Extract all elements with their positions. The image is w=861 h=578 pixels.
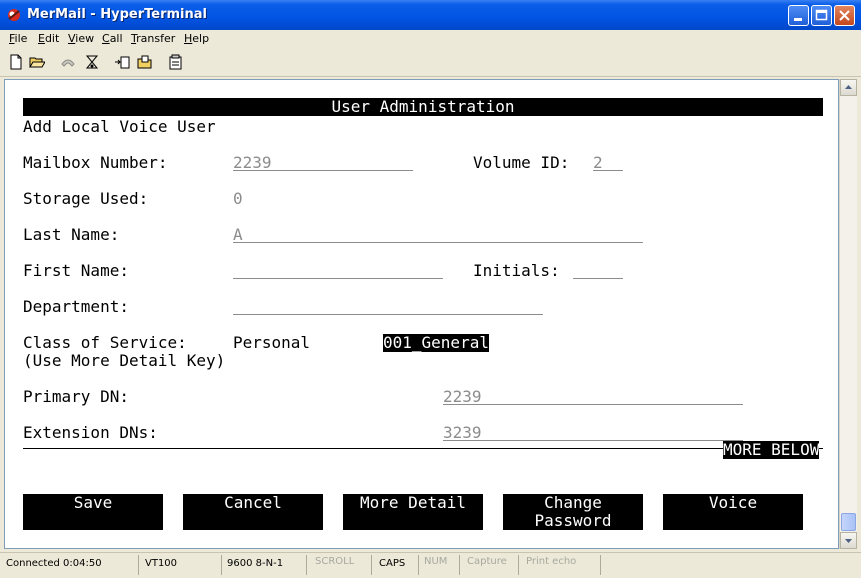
cancel-softkey[interactable]: Cancel <box>183 494 323 530</box>
save-softkey[interactable]: Save <box>23 494 163 530</box>
last-name-underline <box>233 242 643 243</box>
new-connection-icon[interactable] <box>8 54 24 70</box>
last-name-label: Last Name: <box>23 225 120 244</box>
window-title: MerMail - HyperTerminal <box>27 7 207 22</box>
menu-transfer[interactable]: Transfer <box>131 32 175 45</box>
status-divider <box>600 555 601 575</box>
status-scroll: SCROLL <box>315 556 355 567</box>
status-divider <box>306 555 307 575</box>
dial-icon[interactable] <box>84 54 100 70</box>
menu-call[interactable]: Call <box>102 32 123 45</box>
status-num: NUM <box>424 556 448 567</box>
department-label: Department: <box>23 297 129 316</box>
storage-value: 0 <box>233 189 243 208</box>
status-divider <box>221 555 222 575</box>
disconnect-icon[interactable] <box>60 54 76 70</box>
more-detail-softkey[interactable]: More Detail <box>343 494 483 530</box>
close-button[interactable] <box>834 5 855 26</box>
department-field[interactable] <box>233 314 543 315</box>
ext-dn-label: Extension DNs: <box>23 423 158 442</box>
menu-bar: File Edit View Call Transfer Help <box>0 30 861 49</box>
scroll-up-button[interactable] <box>840 79 857 96</box>
status-connected: Connected 0:04:50 <box>6 558 102 569</box>
status-divider <box>371 555 372 575</box>
first-name-field[interactable] <box>233 278 443 279</box>
status-print-echo: Print echo <box>526 556 577 567</box>
scroll-thumb[interactable] <box>841 513 856 531</box>
status-bar: Connected 0:04:50 VT100 9600 8-N-1 SCROL… <box>0 552 861 578</box>
cos-type: Personal <box>233 333 311 352</box>
primary-dn-label: Primary DN: <box>23 387 129 406</box>
status-capture: Capture <box>467 556 507 567</box>
cos-label: Class of Service: <box>23 333 187 352</box>
first-name-label: First Name: <box>23 261 129 280</box>
status-divider <box>459 555 460 575</box>
maximize-button[interactable] <box>811 5 832 26</box>
status-divider <box>138 555 139 575</box>
menu-view[interactable]: View <box>68 32 94 45</box>
arrow-down-icon <box>845 539 852 543</box>
change-password-softkey[interactable]: Change Password <box>503 494 643 530</box>
maximize-icon <box>815 9 828 21</box>
arrow-up-icon <box>845 85 852 89</box>
minimize-button[interactable] <box>788 5 809 26</box>
screen-header: User Administration <box>23 98 823 116</box>
volume-label: Volume ID: <box>473 153 570 172</box>
minimize-icon <box>794 18 802 21</box>
properties-icon[interactable] <box>168 54 184 70</box>
storage-label: Storage Used: <box>23 189 149 208</box>
status-divider <box>518 555 519 575</box>
status-divider <box>418 555 419 575</box>
send-file-icon[interactable] <box>114 54 130 70</box>
status-emulation: VT100 <box>145 558 178 569</box>
more-below-indicator: MORE BELOW <box>723 440 820 459</box>
volume-underline <box>593 170 623 171</box>
title-bar: MerMail - HyperTerminal <box>0 0 861 30</box>
screen-header-text: User Administration <box>331 97 515 116</box>
cos-field[interactable]: 001_General <box>383 334 489 352</box>
status-caps: CAPS <box>379 558 406 569</box>
vertical-scrollbar[interactable] <box>839 79 857 549</box>
form-separator <box>23 448 823 449</box>
screen-subtitle: Add Local Voice User <box>23 117 216 136</box>
ext-dn-underline <box>443 440 743 441</box>
terminal-screen[interactable]: User Administration Add Local Voice User… <box>4 79 839 549</box>
open-icon[interactable] <box>29 54 45 70</box>
menu-help[interactable]: Help <box>184 32 209 45</box>
hyperterminal-app-icon <box>8 9 20 21</box>
mailbox-underline <box>233 170 413 171</box>
menu-edit[interactable]: Edit <box>38 32 59 45</box>
menu-file[interactable]: File <box>9 32 27 45</box>
initials-label: Initials: <box>473 261 560 280</box>
status-settings: 9600 8-N-1 <box>227 558 284 569</box>
cos-hint: (Use More Detail Key) <box>23 351 226 370</box>
initials-field[interactable] <box>573 278 623 279</box>
primary-dn-underline <box>443 404 743 405</box>
voice-softkey[interactable]: Voice <box>663 494 803 530</box>
mailbox-label: Mailbox Number: <box>23 153 168 172</box>
scroll-down-button[interactable] <box>840 532 857 549</box>
toolbar <box>0 49 861 77</box>
receive-file-icon[interactable] <box>137 54 153 70</box>
close-icon <box>839 10 850 21</box>
